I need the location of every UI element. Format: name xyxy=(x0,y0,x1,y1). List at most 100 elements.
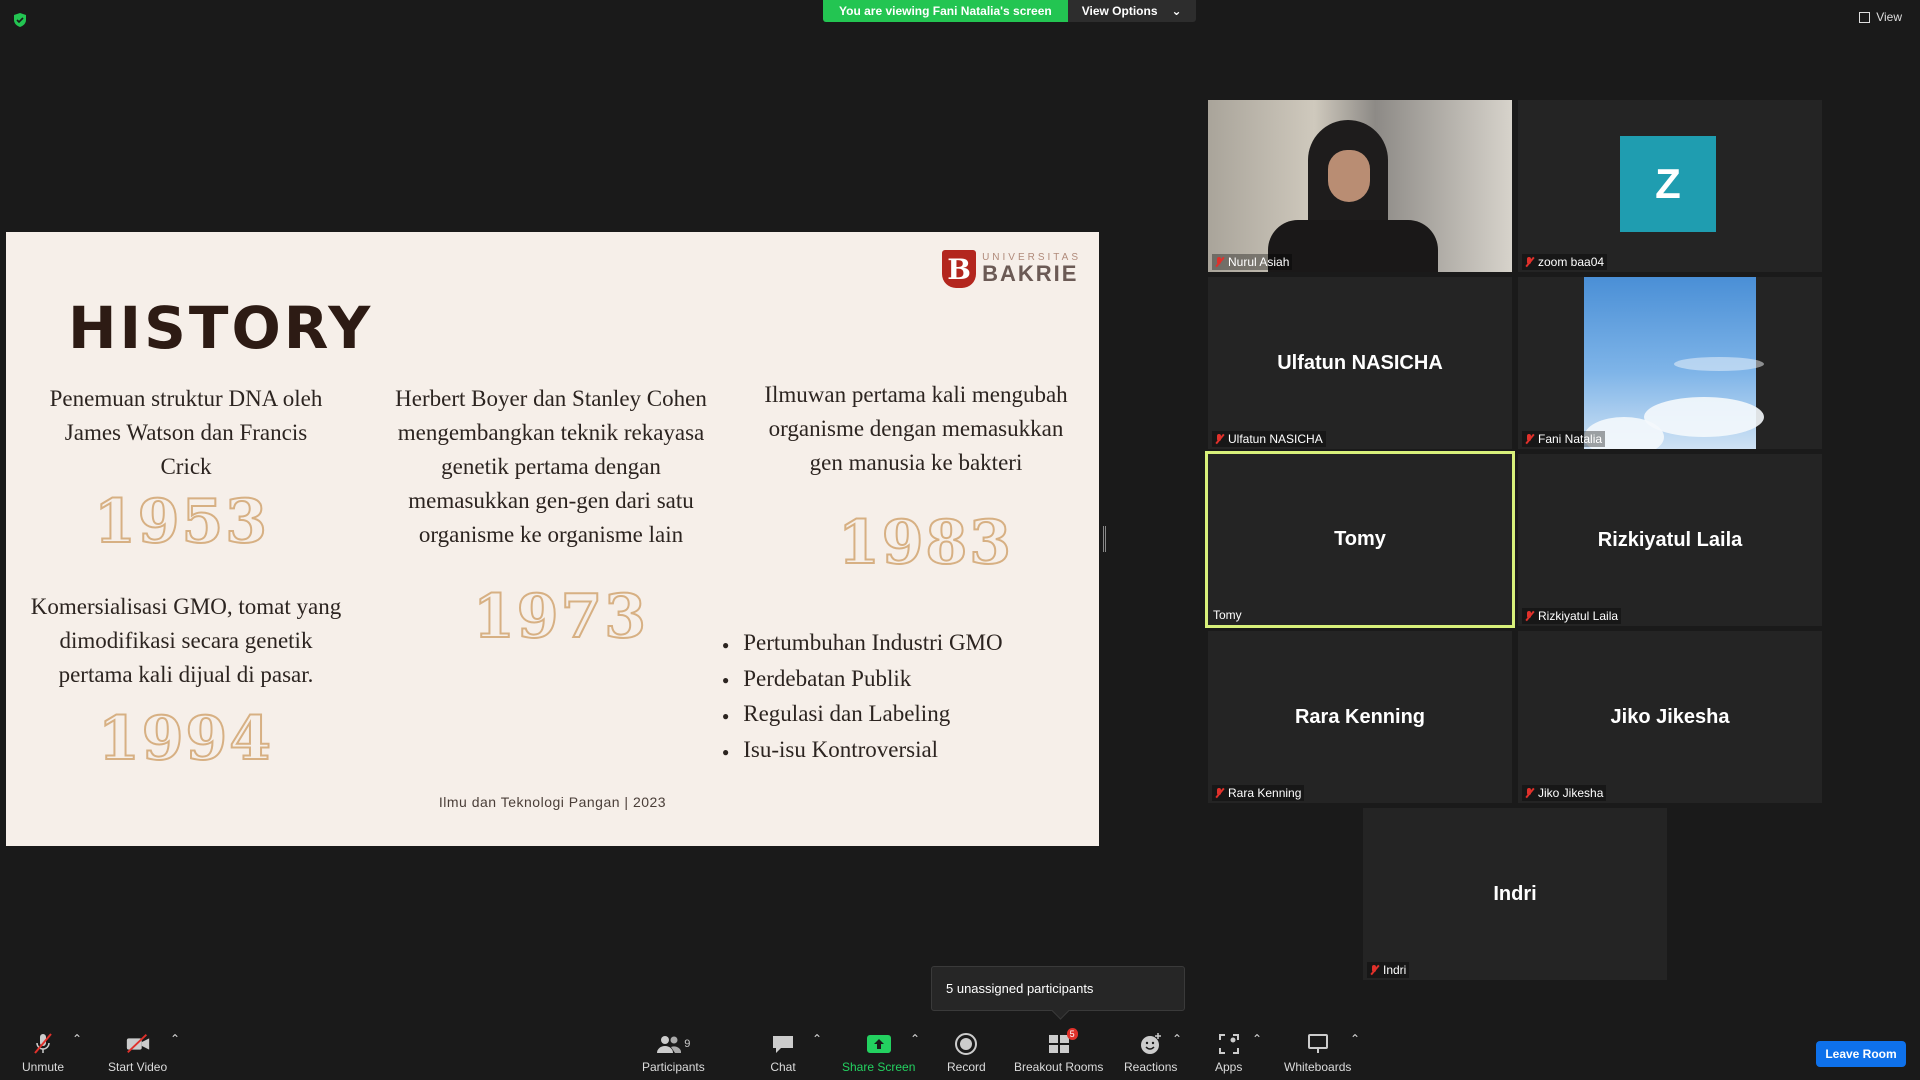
participant-label: Jiko Jikesha xyxy=(1522,785,1607,801)
text-line: dimodifikasi secara genetik xyxy=(59,628,313,653)
participants-icon: 9 xyxy=(653,1032,693,1056)
apps-options-caret[interactable]: ⌃ xyxy=(1252,1032,1262,1046)
year-1994: 1994 xyxy=(97,703,273,775)
chat-icon xyxy=(770,1032,796,1056)
participant-label: Indri xyxy=(1367,962,1410,978)
participant-tile[interactable]: Ulfatun NASICHA Ulfatun NASICHA xyxy=(1208,277,1512,449)
meeting-toolbar: Unmute ⌃ Start Video ⌃ 9 Participants Ch… xyxy=(0,1024,1920,1080)
viewing-message: You are viewing Fani Natalia's screen xyxy=(823,0,1068,22)
chat-options-caret[interactable]: ⌃ xyxy=(812,1032,822,1046)
whiteboards-options-caret[interactable]: ⌃ xyxy=(1350,1032,1360,1046)
participant-name: Nurul Asiah xyxy=(1228,255,1290,269)
mic-muted-icon xyxy=(1523,256,1535,268)
video-options-caret[interactable]: ⌃ xyxy=(170,1032,180,1046)
participant-label: Nurul Asiah xyxy=(1212,254,1293,270)
unmute-button[interactable]: Unmute xyxy=(22,1032,64,1074)
bullet-item: Pertumbuhan Industri GMO xyxy=(722,626,1002,662)
block-1983-text: Ilmuwan pertama kali mengubah organisme … xyxy=(746,378,1086,480)
share-screen-button[interactable]: Share Screen xyxy=(842,1032,915,1074)
participant-display-name: Rizkiyatul Laila xyxy=(1597,528,1743,551)
participant-label: Rara Kenning xyxy=(1212,785,1305,801)
record-button[interactable]: Record xyxy=(947,1032,986,1074)
security-shield-icon[interactable] xyxy=(12,12,28,28)
reactions-button[interactable]: Reactions xyxy=(1124,1032,1177,1074)
participant-tile[interactable]: Nurul Asiah xyxy=(1208,100,1512,272)
participant-tile[interactable]: Indri Indri xyxy=(1363,808,1667,980)
participant-name: Rara Kenning xyxy=(1228,786,1302,800)
text-line: gen manusia ke bakteri xyxy=(809,450,1023,475)
text-line: organisme dengan memasukkan xyxy=(768,416,1064,441)
text-line: pertama kali dijual di pasar. xyxy=(58,662,314,687)
split-resize-handle[interactable] xyxy=(1103,526,1106,552)
record-icon xyxy=(953,1032,979,1056)
participants-button[interactable]: 9 Participants xyxy=(642,1032,705,1074)
participant-display-name: Rara Kenning xyxy=(1294,705,1426,728)
bullet-list: Pertumbuhan Industri GMO Perdebatan Publ… xyxy=(722,626,1002,769)
audio-options-caret[interactable]: ⌃ xyxy=(72,1032,82,1046)
leave-room-button[interactable]: Leave Room xyxy=(1816,1041,1906,1067)
participant-tile-active-speaker[interactable]: Tomy Tomy xyxy=(1205,451,1515,628)
block-1973-text: Herbert Boyer dan Stanley Cohen mengemba… xyxy=(376,382,726,552)
year-1973: 1973 xyxy=(472,581,648,653)
breakout-rooms-button[interactable]: 5 Breakout Rooms xyxy=(1014,1028,1103,1074)
text-line: Penemuan struktur DNA oleh xyxy=(49,386,323,411)
chat-button[interactable]: Chat xyxy=(770,1032,796,1074)
reactions-icon xyxy=(1138,1032,1164,1056)
share-options-caret[interactable]: ⌃ xyxy=(910,1032,920,1046)
participant-name: Indri xyxy=(1383,963,1407,977)
chat-label: Chat xyxy=(770,1060,796,1074)
participant-label: Ulfatun NASICHA xyxy=(1212,431,1326,447)
text-line: Komersialisasi GMO, tomat yang xyxy=(30,594,342,619)
slide-title: HISTORY xyxy=(68,294,374,362)
participant-name: Fani Natalia xyxy=(1538,432,1603,446)
view-options-label: View Options xyxy=(1081,4,1158,18)
text-line: Crick xyxy=(160,454,212,479)
start-video-button[interactable]: Start Video xyxy=(108,1032,167,1074)
participant-name: zoom baa04 xyxy=(1538,255,1605,269)
reactions-options-caret[interactable]: ⌃ xyxy=(1172,1032,1182,1046)
view-button-label: View xyxy=(1876,10,1902,24)
participant-label: Rizkiyatul Laila xyxy=(1522,608,1622,624)
participant-name: Tomy xyxy=(1213,608,1242,622)
participant-tile[interactable]: Jiko Jikesha Jiko Jikesha xyxy=(1518,631,1822,803)
logo-big-text: BAKRIE xyxy=(982,261,1079,286)
unmute-label: Unmute xyxy=(22,1060,65,1074)
participant-name: Rizkiyatul Laila xyxy=(1538,609,1619,623)
mic-muted-icon xyxy=(1213,787,1225,799)
grid-view-icon xyxy=(1859,11,1871,23)
year-1953: 1953 xyxy=(93,486,269,558)
text-line: James Watson dan Francis xyxy=(64,420,308,445)
whiteboards-button[interactable]: Whiteboards xyxy=(1284,1032,1351,1074)
share-screen-icon xyxy=(866,1032,892,1056)
reactions-label: Reactions xyxy=(1124,1060,1178,1074)
apps-icon xyxy=(1216,1032,1242,1056)
participant-name: Jiko Jikesha xyxy=(1538,786,1604,800)
mic-muted-icon xyxy=(1523,787,1535,799)
university-logo: B UNIVERSITAS BAKRIE xyxy=(942,250,1081,288)
participant-label: zoom baa04 xyxy=(1522,254,1608,270)
block-1953-text: Penemuan struktur DNA oleh James Watson … xyxy=(26,382,346,484)
text-line: mengembangkan teknik rekayasa xyxy=(397,420,705,445)
text-line: organisme ke organisme lain xyxy=(418,522,684,547)
participant-tile[interactable]: Z zoom baa04 xyxy=(1518,100,1822,272)
participant-tile[interactable]: Rizkiyatul Laila Rizkiyatul Laila xyxy=(1518,454,1822,626)
text-line: memasukkan gen-gen dari satu xyxy=(408,488,694,513)
record-label: Record xyxy=(947,1060,986,1074)
text-line: Ilmuwan pertama kali mengubah xyxy=(764,382,1068,407)
slide-footer: Ilmu dan Teknologi Pangan | 2023 xyxy=(438,794,667,810)
view-button[interactable]: View xyxy=(1859,10,1902,24)
mic-muted-icon xyxy=(1368,964,1380,976)
participant-tile[interactable]: Rara Kenning Rara Kenning xyxy=(1208,631,1512,803)
mic-muted-icon xyxy=(1213,256,1225,268)
logo-shield-icon: B xyxy=(942,250,977,288)
chevron-down-icon: ⌄ xyxy=(1171,4,1182,18)
participant-label: Tomy xyxy=(1212,607,1245,623)
apps-button[interactable]: Apps xyxy=(1215,1032,1242,1074)
view-options-button[interactable]: View Options ⌄ xyxy=(1067,0,1196,22)
participant-tile[interactable]: Fani Natalia xyxy=(1518,277,1822,449)
breakout-rooms-icon: 5 xyxy=(1046,1028,1078,1056)
participants-count: 9 xyxy=(684,1038,691,1050)
video-off-icon xyxy=(125,1032,151,1056)
participant-display-name: Tomy xyxy=(1334,528,1386,550)
shared-screen-slide: B UNIVERSITAS BAKRIE HISTORY Penemuan st… xyxy=(6,232,1099,846)
